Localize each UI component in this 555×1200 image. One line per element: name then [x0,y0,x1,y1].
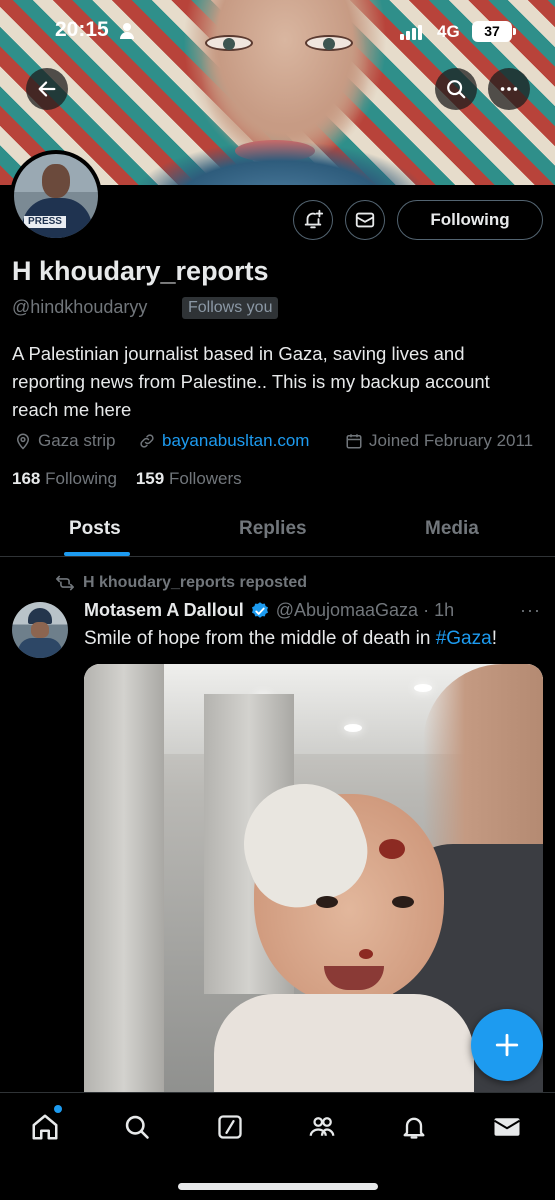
location-meta: Gaza strip [14,430,115,452]
tweet-author-name[interactable]: Motasem A Dalloul [84,600,244,621]
home-indicator [178,1183,378,1190]
hashtag-link[interactable]: #Gaza [436,628,492,649]
website-meta[interactable]: bayanabusltan.com [138,430,309,452]
website-link[interactable]: bayanabusltan.com [162,431,309,451]
more-button[interactable] [488,68,530,110]
nav-grok[interactable] [212,1109,248,1145]
verified-badge-icon [250,601,270,621]
tweet-author-handle[interactable]: @AbujomaaGaza [276,600,418,621]
search-icon [447,80,466,99]
bell-plus-icon [304,209,324,229]
bell-icon [403,1117,425,1139]
nav-search[interactable] [119,1109,155,1145]
location-pin-icon [16,433,30,450]
joined-text: Joined February 2011 [369,431,534,450]
nav-messages[interactable] [489,1109,525,1145]
status-bar: 20:15 4G 37 [0,18,555,48]
search-icon [125,1115,149,1139]
compose-button[interactable] [471,1009,543,1081]
profile-avatar[interactable]: PRESS [10,150,102,242]
person-icon [120,23,134,39]
network-type: 4G [437,22,460,41]
tweet-text: Smile of hope from the middle of death i… [84,628,497,649]
repost-text: H khoudary_reports reposted [83,574,308,591]
nav-notifications[interactable] [396,1109,432,1145]
status-time: 20:15 [55,18,109,41]
nav-communities[interactable] [304,1109,340,1145]
follows-you-badge: Follows you [182,297,279,319]
arrow-left-icon [38,81,56,97]
profile-tabs: Posts Replies Media [0,500,555,557]
tweet-header: Motasem A Dalloul @AbujomaaGaza · 1h [84,600,455,621]
joined-meta: Joined February 2011 [345,430,533,452]
tweet-time: 1h [434,600,455,620]
bottom-navigation [0,1092,555,1200]
calendar-icon [346,434,362,449]
user-handle: @hindkhoudaryy [12,297,148,317]
avatar-image: PRESS [14,154,98,238]
mail-icon [493,1118,521,1136]
home-icon [32,1114,58,1140]
battery-icon: 37 [472,21,516,42]
tweet-author-avatar[interactable] [12,602,68,658]
grok-icon [218,1115,242,1139]
active-tab-indicator [64,552,130,556]
search-button[interactable] [435,68,477,110]
follow-counts: 168 Following 159 Followers [12,469,242,489]
plus-icon [495,1033,519,1057]
following-count-link[interactable]: 168 Following [12,469,117,488]
communities-icon [309,1117,335,1136]
tab-posts[interactable]: Posts [69,518,121,540]
envelope-icon [355,212,375,228]
message-button[interactable] [345,200,385,240]
repost-icon [55,575,74,591]
press-badge: PRESS [24,216,66,228]
tab-media[interactable]: Media [425,518,479,540]
signal-icon [400,24,422,40]
display-name: H khoudary_reports [12,256,269,286]
followers-count-link[interactable]: 159 Followers [136,469,242,488]
location-text: Gaza strip [38,431,116,450]
notify-button[interactable] [293,200,333,240]
back-button[interactable] [26,68,68,110]
link-icon [140,434,154,448]
tweet-more-icon[interactable]: ··· [520,600,541,621]
home-notification-dot [54,1105,62,1113]
repost-context: H khoudary_reports reposted [55,574,307,592]
more-dots-icon [500,87,518,91]
following-button[interactable]: Following [397,200,543,240]
profile-bio: A Palestinian journalist based in Gaza, … [12,343,490,420]
banner-scarf [100,110,460,185]
nav-home[interactable] [27,1109,63,1145]
tab-replies[interactable]: Replies [239,518,307,540]
